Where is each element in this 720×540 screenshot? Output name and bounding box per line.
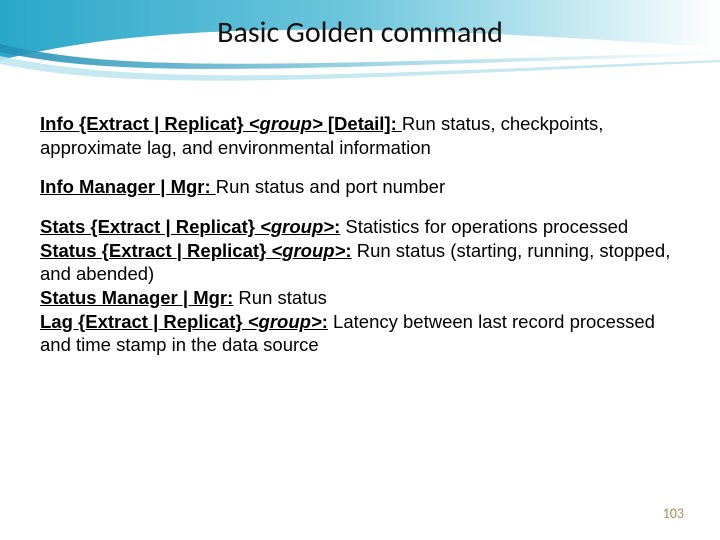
command-block: Info Manager | Mgr: Run status and port … xyxy=(40,175,680,199)
cmd-desc: Run status and port number xyxy=(216,176,445,197)
command-line: Stats {Extract | Replicat} <group>: Stat… xyxy=(40,215,680,239)
cmd-desc: Statistics for operations processed xyxy=(340,216,628,237)
cmd-name: Info Manager | Mgr: xyxy=(40,176,211,197)
command-line: Status {Extract | Replicat} <group>: Run… xyxy=(40,239,680,286)
slide-title: Basic Golden command xyxy=(0,14,720,51)
cmd-name: Status {Extract | Replicat} xyxy=(40,240,266,261)
cmd-group: <group> xyxy=(244,113,323,134)
slide-body: Info {Extract | Replicat} <group> [Detai… xyxy=(40,112,680,373)
command-block: Stats {Extract | Replicat} <group>: Stat… xyxy=(40,215,680,357)
cmd-group: <group> xyxy=(266,240,345,261)
cmd-group: <group> xyxy=(243,311,322,332)
page-number: 103 xyxy=(663,505,684,522)
cmd-desc: Run status xyxy=(233,287,327,308)
command-line: Lag {Extract | Replicat} <group>: Latenc… xyxy=(40,310,680,357)
cmd-name: Lag {Extract | Replicat} xyxy=(40,311,243,332)
cmd-name: Status Manager | Mgr: xyxy=(40,287,233,308)
cmd-name: Info {Extract | Replicat} xyxy=(40,113,244,134)
command-line: Status Manager | Mgr: Run status xyxy=(40,286,680,310)
command-block: Info {Extract | Replicat} <group> [Detai… xyxy=(40,112,680,159)
cmd-name: Stats {Extract | Replicat} xyxy=(40,216,255,237)
cmd-post: [Detail]: xyxy=(323,113,397,134)
cmd-group: <group> xyxy=(255,216,334,237)
